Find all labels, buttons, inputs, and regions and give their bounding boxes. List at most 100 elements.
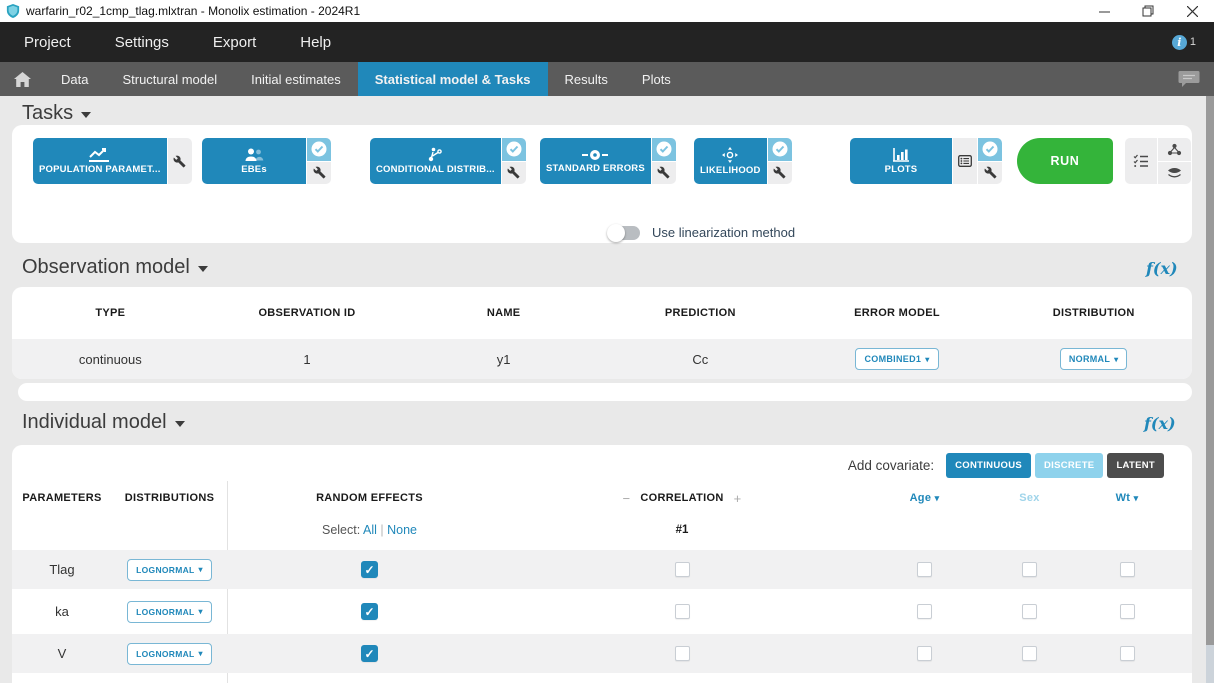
plots-checkbox[interactable] <box>978 138 1002 161</box>
likelihood-button[interactable]: LIKELIHOOD <box>694 138 767 184</box>
chat-bubble-icon <box>1178 70 1200 88</box>
individual-model-heading[interactable]: Individual model <box>22 411 185 434</box>
standard-errors-checkbox[interactable] <box>652 138 676 161</box>
random-effect-checkbox[interactable] <box>361 561 378 578</box>
ebes-checkbox[interactable] <box>307 138 331 161</box>
tab-initial-estimates[interactable]: Initial estimates <box>234 62 358 96</box>
main-content: Tasks POPULATION PARAMET... <box>0 96 1214 683</box>
individual-function-icon[interactable]: f(x) <box>1144 414 1176 433</box>
correlation-checkbox[interactable] <box>675 604 690 619</box>
maximize-button[interactable] <box>1126 0 1170 22</box>
task-plots: PLOTS <box>850 138 1002 184</box>
distribution-dropdown[interactable]: LOGNORMAL <box>127 643 212 665</box>
menu-help[interactable]: Help <box>300 34 331 51</box>
obs-prediction: Cc <box>602 352 799 367</box>
tab-results[interactable]: Results <box>548 62 625 96</box>
covariate-wt-checkbox[interactable] <box>1120 604 1135 619</box>
individual-model-title: Individual model <box>22 411 167 434</box>
population-parameters-button[interactable]: POPULATION PARAMET... <box>33 138 167 184</box>
distribution-dropdown[interactable]: LOGNORMAL <box>127 601 212 623</box>
covariate-wt-checkbox[interactable] <box>1120 562 1135 577</box>
covariate-age-checkbox[interactable] <box>917 604 932 619</box>
users-icon <box>243 148 265 162</box>
feedback-button[interactable] <box>1178 62 1214 96</box>
population-parameters-settings-button[interactable] <box>168 138 192 184</box>
minimize-button[interactable] <box>1082 0 1126 22</box>
add-latent-covariate-button[interactable]: LATENT <box>1107 453 1164 478</box>
task-toolbar <box>1125 138 1191 184</box>
chevron-down-icon: ▾ <box>935 493 940 503</box>
standard-errors-settings-button[interactable] <box>652 162 676 185</box>
correlation-add-button[interactable]: + <box>734 491 742 506</box>
vertical-scrollbar[interactable] <box>1206 96 1214 683</box>
scenario-checklist-button[interactable] <box>1125 138 1157 184</box>
random-effect-checkbox[interactable] <box>361 603 378 620</box>
observation-function-icon[interactable]: f(x) <box>1146 259 1178 278</box>
distribution-dropdown[interactable]: LOGNORMAL <box>127 559 212 581</box>
menu-project[interactable]: Project <box>24 34 71 51</box>
plot-list-button[interactable] <box>953 138 977 184</box>
tab-data[interactable]: Data <box>44 62 105 96</box>
menu-export[interactable]: Export <box>213 34 256 51</box>
correlation-checkbox[interactable] <box>675 646 690 661</box>
tabbar: Data Structural model Initial estimates … <box>0 62 1214 96</box>
col-observation-id: OBSERVATION ID <box>209 307 406 319</box>
random-effect-checkbox[interactable] <box>361 645 378 662</box>
tasks-section-heading[interactable]: Tasks <box>22 102 91 125</box>
covariate-sex-header[interactable]: Sex <box>997 492 1062 504</box>
workflow-button[interactable] <box>1158 138 1191 161</box>
notifications[interactable]: i 1 <box>1172 35 1196 50</box>
add-continuous-covariate-button[interactable]: CONTINUOUS <box>946 453 1031 478</box>
covariate-sex-checkbox[interactable] <box>1022 646 1037 661</box>
covariate-wt-header[interactable]: Wt ▾ <box>1062 492 1192 504</box>
collapse-caret-icon <box>81 112 91 118</box>
wrench-icon <box>507 166 520 179</box>
error-model-dropdown[interactable]: COMBINED1 <box>855 348 938 370</box>
tab-home[interactable] <box>0 62 44 96</box>
close-icon[interactable] <box>1170 0 1214 22</box>
menubar: Project Settings Export Help i 1 <box>0 22 1214 62</box>
likelihood-settings-button[interactable] <box>768 162 792 185</box>
distribution-dropdown[interactable]: NORMAL <box>1060 348 1128 370</box>
task-conditional-distribution: CONDITIONAL DISTRIB... <box>370 138 526 184</box>
conditional-distribution-button[interactable]: CONDITIONAL DISTRIB... <box>370 138 501 184</box>
plots-button[interactable]: PLOTS <box>850 138 952 184</box>
ebes-button[interactable]: EBEs <box>202 138 306 184</box>
parameter-name: ka <box>12 604 112 619</box>
check-circle-icon <box>982 141 998 157</box>
tab-plots[interactable]: Plots <box>625 62 688 96</box>
covariate-age-checkbox[interactable] <box>917 646 932 661</box>
add-covariate-label: Add covariate: <box>848 458 934 473</box>
ebes-settings-button[interactable] <box>307 162 331 185</box>
col-prediction: PREDICTION <box>602 307 799 319</box>
covariate-age-checkbox[interactable] <box>917 562 932 577</box>
covariate-sex-checkbox[interactable] <box>1022 604 1037 619</box>
standard-errors-button[interactable]: STANDARD ERRORS <box>540 138 651 184</box>
table-row-v: V LOGNORMAL <box>12 634 1192 673</box>
select-all-link[interactable]: All <box>363 523 377 537</box>
plots-settings-button[interactable] <box>978 162 1002 185</box>
conditional-distribution-checkbox[interactable] <box>502 138 526 161</box>
correlation-remove-button[interactable]: − <box>623 491 631 506</box>
layers-button[interactable] <box>1158 162 1191 185</box>
covariate-wt-checkbox[interactable] <box>1120 646 1135 661</box>
branch-icon <box>427 147 443 162</box>
observation-model-title: Observation model <box>22 256 190 279</box>
likelihood-checkbox[interactable] <box>768 138 792 161</box>
correlation-checkbox[interactable] <box>675 562 690 577</box>
collapse-caret-icon <box>175 421 185 427</box>
tab-statistical-model-tasks[interactable]: Statistical model & Tasks <box>358 62 548 96</box>
select-none-link[interactable]: None <box>387 523 417 537</box>
run-button[interactable]: RUN <box>1017 138 1113 184</box>
observation-model-heading[interactable]: Observation model <box>22 256 208 279</box>
linearization-toggle[interactable] <box>608 226 640 240</box>
tab-structural-model[interactable]: Structural model <box>105 62 234 96</box>
covariate-sex-checkbox[interactable] <box>1022 562 1037 577</box>
scrollbar-thumb[interactable] <box>1206 96 1214 645</box>
menu-settings[interactable]: Settings <box>115 34 169 51</box>
conditional-distribution-settings-button[interactable] <box>502 162 526 185</box>
covariate-age-header[interactable]: Age ▾ <box>852 492 997 504</box>
add-discrete-covariate-button[interactable]: DISCRETE <box>1035 453 1103 478</box>
window-controls <box>1082 0 1214 22</box>
wrench-icon <box>173 155 186 168</box>
